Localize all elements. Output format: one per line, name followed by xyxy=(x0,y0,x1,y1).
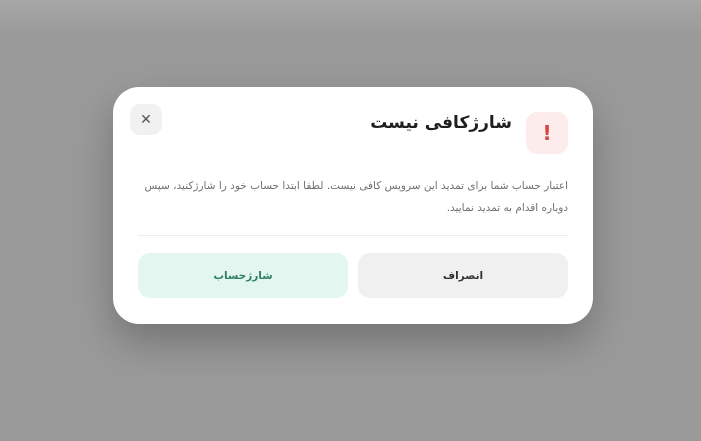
alert-badge: ! xyxy=(526,112,568,154)
cancel-button[interactable]: انصراف xyxy=(358,253,568,298)
divider xyxy=(138,235,568,236)
dialog-title: شارژکافی نیست xyxy=(370,113,512,133)
close-icon: ✕ xyxy=(140,111,152,128)
exclamation-icon: ! xyxy=(542,121,552,145)
dialog-message: اعتبار حساب شما برای تمدید این سرویس کاف… xyxy=(144,180,568,214)
close-button[interactable]: ✕ xyxy=(130,104,162,135)
charge-account-button[interactable]: شارژحساب xyxy=(138,253,348,298)
insufficient-balance-dialog: ! شارژکافی نیست ✕ اعتبار حساب شما برای ت… xyxy=(113,87,593,324)
